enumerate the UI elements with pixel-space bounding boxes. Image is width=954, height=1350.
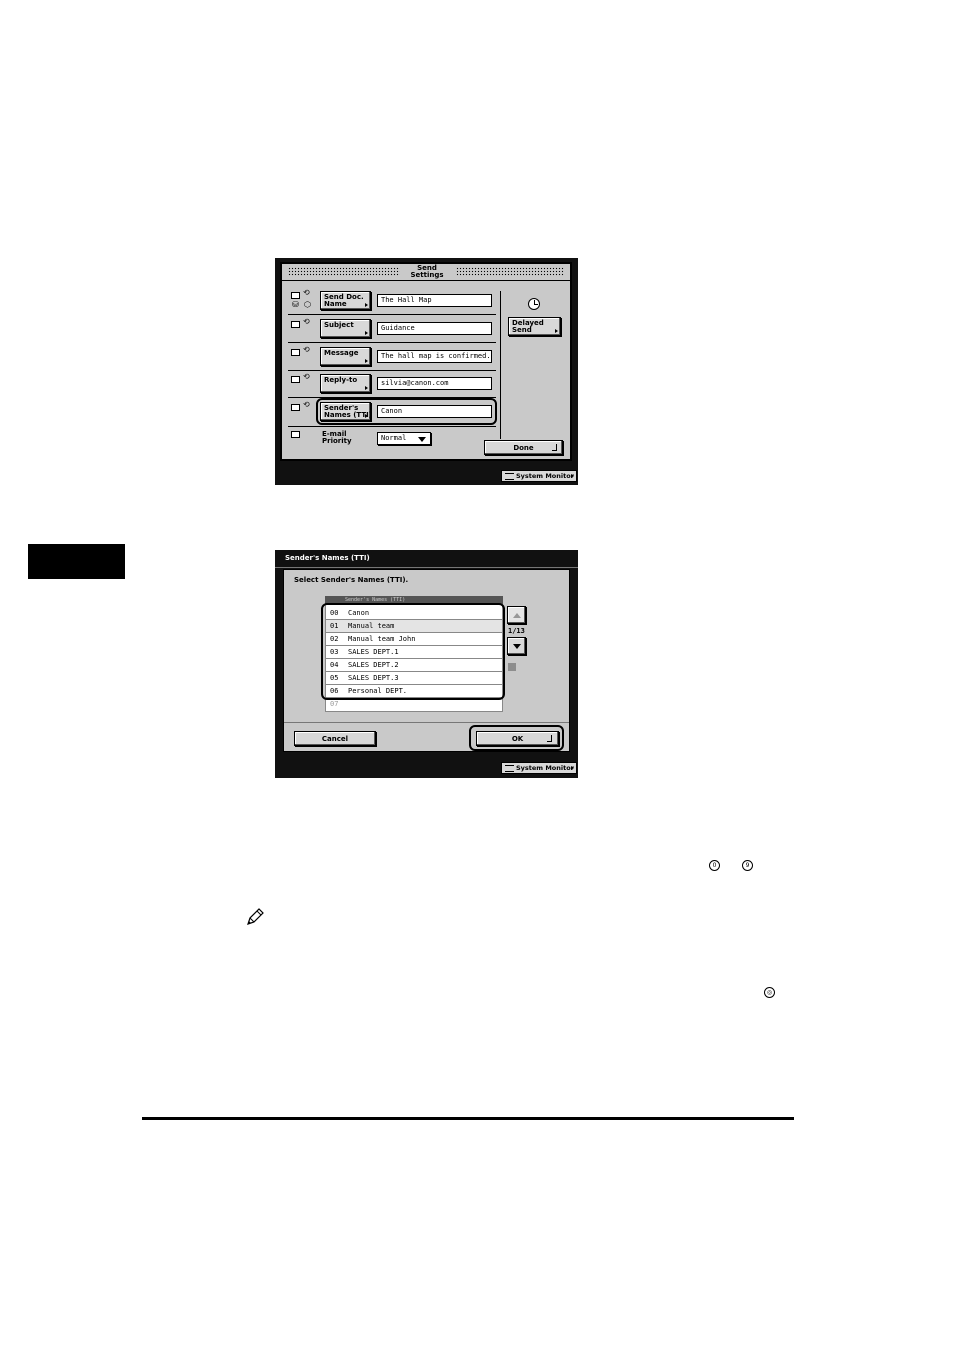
system-monitor-button[interactable]: System Monitor (501, 470, 577, 482)
senders-names-titlebar: Sender's Names (TTI) (275, 550, 578, 568)
page-indicator: 1/13 (508, 627, 525, 635)
reply-arrow-icon: ⟲ (303, 400, 310, 409)
id-key-icon: ◎ (764, 987, 775, 998)
send-settings-header: Send Settings (282, 264, 570, 281)
subject-button[interactable]: Subject (320, 319, 371, 338)
reply-arrow-icon: ⟲ (303, 317, 310, 326)
ok-highlight (469, 725, 564, 751)
enter-return-icon (552, 444, 557, 451)
send-doc-name-button[interactable]: Send Doc. Name (320, 291, 371, 310)
row-separator (288, 314, 496, 315)
send-settings-panel: Send Settings ⟲ ⛁ ⬡ Send Doc. Name The H… (275, 258, 578, 485)
arrow-down-icon (513, 644, 521, 649)
system-monitor-icon (505, 473, 514, 480)
reply-arrow-icon: ⟲ (303, 288, 310, 297)
senders-names-screen: Select Sender's Names (TTI). Sender's Na… (283, 569, 570, 752)
numeric-key-icon: 0 (709, 860, 720, 871)
footer-rule (142, 1117, 794, 1120)
email-checkbox-icon (291, 376, 300, 383)
row-separator (288, 426, 496, 427)
send-doc-name-field[interactable]: The Hall Map (377, 294, 492, 307)
numeric-key-icon: 9 (742, 860, 753, 871)
reply-arrow-icon: ⟲ (303, 372, 310, 381)
database-icon: ⛁ (292, 300, 299, 309)
senders-names-highlight (316, 398, 497, 425)
instruction-text: Select Sender's Names (TTI). (294, 576, 409, 584)
message-field[interactable]: The hall map is confirmed. (377, 350, 492, 363)
email-priority-label: E-mail Priority (322, 430, 352, 445)
subject-field[interactable]: Guidance (377, 322, 492, 335)
email-checkbox-icon (291, 321, 300, 328)
row-separator (288, 342, 496, 343)
email-checkbox-icon (291, 292, 300, 299)
arrow-up-icon (513, 613, 521, 618)
scroll-down-button[interactable] (507, 637, 526, 655)
send-settings-screen: Send Settings ⟲ ⛁ ⬡ Send Doc. Name The H… (280, 262, 572, 461)
reply-to-field[interactable]: silvia@canon.com (377, 377, 492, 390)
system-monitor-button[interactable]: System Monitor (501, 762, 577, 774)
pencil-note-icon (247, 908, 264, 925)
email-checkbox-icon (291, 431, 300, 438)
cancel-button[interactable]: Cancel (294, 731, 376, 746)
email-checkbox-icon (291, 404, 300, 411)
header-dots-right (456, 267, 564, 276)
column-divider (500, 291, 501, 439)
reply-arrow-icon: ⟲ (303, 345, 310, 354)
message-button[interactable]: Message (320, 347, 371, 366)
list-highlight (321, 603, 505, 700)
send-settings-title: Send Settings (410, 264, 444, 279)
key-input-icon (508, 663, 516, 671)
bottom-separator (284, 722, 569, 723)
row-separator (288, 370, 496, 371)
email-priority-dropdown[interactable]: Normal (377, 432, 431, 445)
done-button[interactable]: Done (484, 440, 563, 455)
chevron-down-icon (418, 437, 426, 442)
reply-to-button[interactable]: Reply-to (320, 374, 371, 393)
senders-names-panel: Sender's Names (TTI) Select Sender's Nam… (275, 550, 578, 778)
scroll-up-button[interactable] (507, 606, 526, 624)
file-icon: ⬡ (304, 300, 311, 309)
clock-icon (528, 298, 540, 310)
chapter-tab-marker (28, 544, 125, 579)
email-checkbox-icon (291, 349, 300, 356)
senders-names-title: Sender's Names (TTI) (285, 554, 370, 562)
system-monitor-icon (505, 765, 514, 772)
delayed-send-button[interactable]: Delayed Send (508, 317, 561, 336)
header-dots-left (288, 267, 400, 276)
